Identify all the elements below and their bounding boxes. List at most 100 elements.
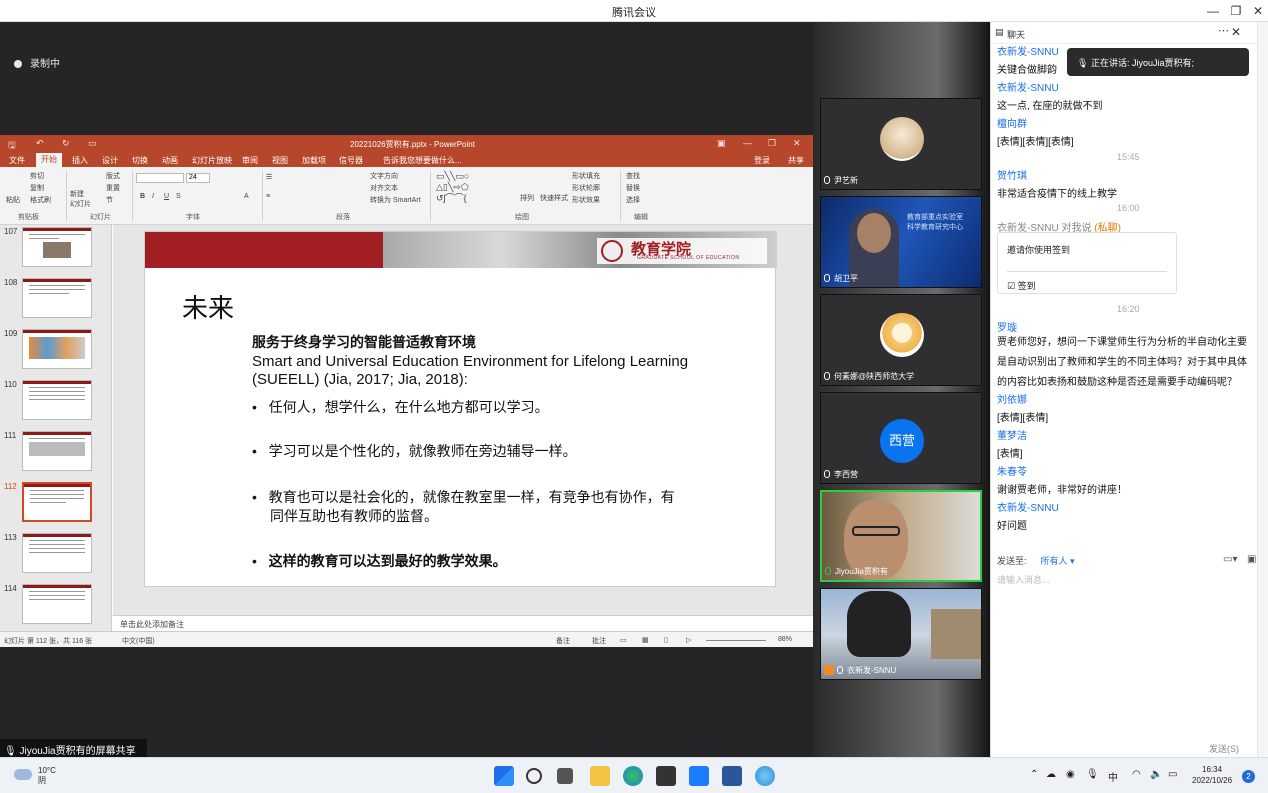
zoom-level[interactable]: 88% [778,636,792,643]
slideshow-view-icon[interactable]: ▷ [686,636,691,644]
message-sender[interactable]: 董梦洁 [997,427,1027,442]
participant-tile[interactable]: 西营 李西营 [820,392,982,484]
message-sender[interactable]: 刘依娜 [997,391,1027,406]
recipient-select[interactable]: 所有人 [1041,556,1068,566]
file-explorer-icon[interactable] [590,766,610,786]
comments-toggle[interactable]: 批注 [592,636,606,646]
tab-signal[interactable]: 信号器 [339,155,363,166]
tab-design[interactable]: 设计 [102,155,118,166]
tab-review[interactable]: 审阅 [242,155,258,166]
wifi-icon[interactable]: ◠ [1132,769,1141,780]
bullets-button[interactable]: ☰ [266,173,272,181]
close-button[interactable]: ✕ [1250,3,1266,19]
weather-widget[interactable]: 10°C 阴 [38,766,56,786]
reading-view-icon[interactable]: ▯ [664,636,668,644]
task-view-icon[interactable] [557,768,573,784]
send-button[interactable]: 发送(S) [1209,742,1239,755]
search-icon[interactable] [526,768,542,784]
shape-effects-button[interactable]: 形状效果 [572,195,600,205]
slide-thumbnail[interactable] [22,584,92,624]
text-direction-button[interactable]: 文字方向 [370,171,398,181]
save-icon[interactable]: 🖫 [8,138,16,154]
shape-outline-button[interactable]: 形状轮廓 [572,183,600,193]
tab-animations[interactable]: 动画 [162,155,178,166]
slide-thumbnail[interactable] [22,227,92,267]
participant-tile[interactable]: 何素娜@陕西师范大学 [820,294,982,386]
reset-button[interactable]: 重置 [106,183,120,193]
word-icon[interactable] [722,766,742,786]
sorter-view-icon[interactable]: ▦ [642,636,649,644]
cut-button[interactable]: 剪切 [30,171,44,181]
slide-thumbnail-selected[interactable] [22,482,92,522]
system-clock[interactable]: 16:34 2022/10/26 [1192,764,1232,786]
app-icon[interactable] [656,766,676,786]
underline-button[interactable]: U [164,193,169,200]
select-button[interactable]: 选择 [626,195,640,205]
arrange-button[interactable]: 排列 [520,193,534,203]
normal-view-icon[interactable]: ▭ [620,636,627,644]
windows-start-icon[interactable] [494,766,514,786]
share-button[interactable]: 共享 [788,155,804,166]
file-icon[interactable]: ▭▾ [1223,554,1237,565]
current-slide[interactable]: 教育学院 GRADUATE SCHOOL OF EDUCATION 未来 服务于… [144,231,777,587]
slide-thumbnail[interactable] [22,329,92,369]
participant-tile[interactable]: 尹艺新 [820,98,982,190]
participant-tile[interactable]: 衣新发-SNNU [820,588,982,680]
screen-share-label[interactable]: 🎙 JiyouJia贾积有的屏幕共享 [0,739,147,757]
tab-home[interactable]: 开始 [36,153,62,167]
copy-button[interactable]: 复制 [30,183,44,193]
minimize-button[interactable]: — [1205,3,1221,19]
login-link[interactable]: 登录 [754,155,770,166]
slide-thumbnail[interactable] [22,431,92,471]
notes-toggle[interactable]: 备注 [556,636,570,646]
ppt-restore-icon[interactable]: ❐ [768,138,776,149]
tab-slideshow[interactable]: 幻灯片放映 [192,155,232,166]
align-text-button[interactable]: 对齐文本 [370,183,398,193]
notes-pane[interactable]: 单击此处添加备注 [113,615,813,631]
language-status[interactable]: 中文(中国) [122,636,155,646]
signin-card[interactable]: 邀请你使用签到 ☑ 签到 [997,232,1177,294]
battery-icon[interactable]: ▭ [1168,769,1177,780]
find-button[interactable]: 查找 [626,171,640,181]
tell-me-box[interactable]: 告诉我您想要做什么... [383,155,462,166]
replace-button[interactable]: 替换 [626,183,640,193]
font-name-select[interactable] [136,173,184,183]
microphone-icon[interactable]: 🎙 [1086,769,1099,780]
tencent-meeting-icon[interactable] [689,766,709,786]
font-size-select[interactable]: 24 [186,173,210,183]
undo-icon[interactable]: ↶ [36,138,44,149]
chevron-up-icon[interactable]: ⌃ [1030,769,1038,780]
shapes-gallery[interactable]: ▭╲╲▭○ △▯╲⇨⬠ ↺ʃ⌒⌒{ [436,171,469,204]
restore-button[interactable]: ❐ [1228,3,1244,19]
ppt-minimize-icon[interactable]: — [743,138,752,148]
redo-icon[interactable]: ↻ [62,138,70,149]
chat-input[interactable]: 请输入消息... [997,573,1050,586]
format-painter-button[interactable]: 格式刷 [30,195,51,205]
onedrive-icon[interactable]: ☁ [1046,769,1056,780]
message-sender[interactable]: 罗璇 [997,319,1017,334]
edge-browser-icon[interactable] [623,766,643,786]
message-sender[interactable]: 檀向群 [997,115,1027,130]
slide-thumbnail[interactable] [22,533,92,573]
font-color-button[interactable]: A [244,193,249,200]
tab-file[interactable]: 文件 [9,155,25,166]
tab-addins[interactable]: 加载项 [302,155,326,166]
browser-icon[interactable] [755,766,775,786]
message-sender[interactable]: 衣新发-SNNU [997,43,1059,58]
layout-button[interactable]: 版式 [106,171,120,181]
align-left-button[interactable]: ≡ [266,193,270,200]
participant-tile-speaking[interactable]: JiyouJia贾积有 [820,490,982,582]
zoom-slider[interactable] [706,640,766,641]
ppt-close-icon[interactable]: ✕ [793,138,801,149]
message-sender[interactable]: 朱春苓 [997,463,1027,478]
chat-side-scrollbar[interactable] [1257,22,1268,757]
participant-tile[interactable]: 教育部重点实验室 科学教育研究中心 胡卫平 [820,196,982,288]
smartart-button[interactable]: 转换为 SmartArt [370,195,421,205]
notification-badge[interactable]: 2 [1242,770,1255,783]
bold-button[interactable]: B [140,193,145,200]
recording-indicator[interactable]: 录制中 [14,55,60,70]
slide-thumbnail[interactable] [22,380,92,420]
ribbon-display-icon[interactable]: ▣ [717,138,726,149]
start-slideshow-icon[interactable]: ▭ [88,138,97,149]
close-chat-icon[interactable]: ✕ [1231,25,1241,39]
